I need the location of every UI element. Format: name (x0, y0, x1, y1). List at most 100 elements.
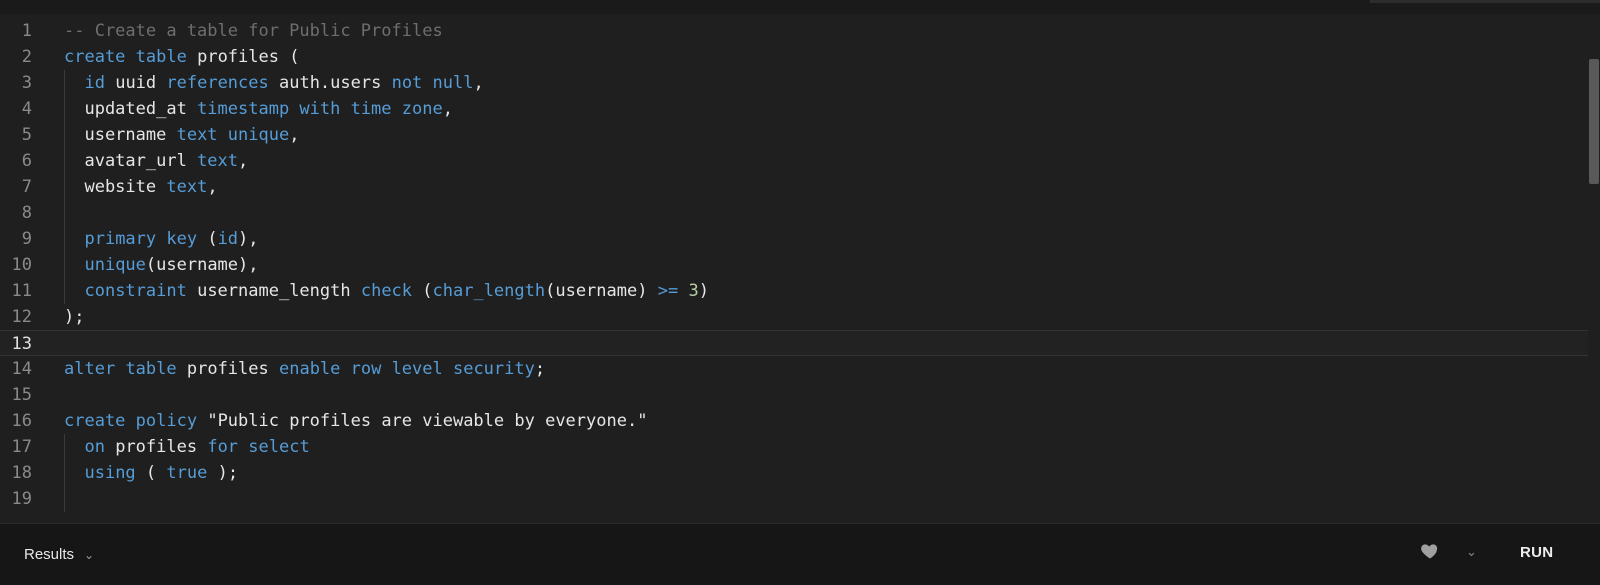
line-number: 2 (21, 47, 32, 67)
line-number: 18 (11, 463, 32, 483)
line-number: 16 (11, 411, 32, 431)
code-line[interactable]: 15 (0, 382, 1600, 408)
code-token: , (207, 177, 218, 197)
code-token: profiles ( (186, 47, 300, 67)
code-line[interactable]: 8 (0, 200, 1600, 226)
code-token: ; (534, 359, 546, 379)
code-token: create (64, 47, 126, 67)
line-number: 15 (11, 385, 32, 405)
code-token: for select (207, 437, 310, 457)
code-line[interactable]: 1 -- Create a table for Public Profiles (0, 18, 1600, 44)
code-token: >= (657, 281, 679, 301)
line-number: 10 (11, 255, 32, 275)
line-number: 4 (21, 99, 32, 119)
results-toggle[interactable]: Results ⌄ (24, 546, 94, 563)
code-token: id (84, 73, 105, 93)
code-token: (username), (145, 255, 259, 275)
code-token: check (360, 281, 413, 301)
line-number: 17 (11, 437, 32, 457)
code-line[interactable]: 3 id uuid references auth.users not null… (0, 70, 1600, 96)
code-line[interactable]: 14 alter table profiles enable row level … (0, 356, 1600, 382)
code-token: , (238, 151, 249, 171)
code-line[interactable]: 19 (0, 486, 1600, 512)
code-token: text unique (176, 125, 290, 145)
line-number: 14 (11, 359, 32, 379)
line-number: 8 (21, 203, 32, 223)
code-token: username_length (186, 281, 361, 301)
code-token: char_length (432, 281, 546, 301)
code-line[interactable]: 4 updated_at timestamp with time zone, (0, 96, 1600, 122)
code-token: website (64, 177, 167, 197)
scrollbar-thumb[interactable] (1589, 59, 1599, 184)
code-line[interactable]: 18 using ( true ); (0, 460, 1600, 486)
sql-editor[interactable]: 1 -- Create a table for Public Profiles 2 c… (0, 14, 1600, 523)
code-line[interactable]: 13 (0, 330, 1600, 356)
code-token: auth.users (268, 73, 392, 93)
code-token: text (197, 151, 239, 171)
chevron-down-icon: ⌄ (84, 548, 95, 562)
heart-icon[interactable] (1420, 541, 1440, 561)
code-text: on profiles for select (64, 434, 310, 460)
code-token: text (166, 177, 208, 197)
bottom-toolbar: Results ⌄ ⌄ RUN (0, 523, 1600, 585)
code-token: unique (84, 255, 146, 275)
line-number: 12 (11, 307, 32, 327)
code-token: alter (64, 359, 116, 379)
code-token: updated_at (64, 99, 198, 119)
code-token: -- Create a table for Public Profiles (64, 21, 443, 41)
tab-hint (1370, 0, 1600, 3)
line-number: 7 (21, 177, 32, 197)
code-token: ), (238, 229, 259, 249)
code-line[interactable]: 2 create table profiles ( (0, 44, 1600, 70)
code-token: profiles (104, 437, 208, 457)
code-token: constraint (84, 281, 187, 301)
line-number: 9 (21, 229, 32, 249)
code-token: , (442, 99, 453, 119)
code-token: ( (135, 463, 167, 483)
indent-guide (64, 434, 65, 512)
code-token: timestamp with time zone (197, 99, 443, 119)
run-button[interactable]: RUN (1520, 544, 1553, 561)
code-token: avatar_url (64, 151, 198, 171)
code-text: create policy "Public profiles are viewa… (64, 408, 647, 434)
code-line[interactable]: 11 constraint username_length check (cha… (0, 278, 1600, 304)
code-token: table (125, 359, 177, 379)
code-token: username (64, 125, 177, 145)
code-line[interactable]: 6 avatar_url text, (0, 148, 1600, 174)
code-text: website text, (64, 174, 218, 200)
code-token: (username) (545, 281, 658, 301)
code-token: policy (135, 411, 198, 431)
code-token: , (289, 125, 300, 145)
code-token: enable row level security (278, 359, 535, 379)
line-number: 19 (11, 489, 32, 509)
code-token: not null (391, 73, 474, 93)
code-text: username text unique, (64, 122, 299, 148)
code-text: updated_at timestamp with time zone, (64, 96, 453, 122)
indent-guide (64, 70, 65, 304)
code-text: constraint username_length check (char_l… (64, 278, 709, 304)
code-token: primary key (84, 229, 198, 249)
code-line[interactable]: 9 primary key (id), (0, 226, 1600, 252)
code-token: ) (698, 281, 709, 301)
code-token: profiles (176, 359, 279, 379)
code-line[interactable]: 12); (0, 304, 1600, 330)
code-line[interactable]: 17 on profiles for select (0, 434, 1600, 460)
code-token: ); (64, 307, 85, 327)
code-text: -- Create a table for Public Profiles (64, 18, 443, 44)
editor-scrollbar[interactable] (1588, 14, 1600, 523)
code-line[interactable]: 7 website text, (0, 174, 1600, 200)
code-line[interactable]: 10 unique(username), (0, 252, 1600, 278)
code-token: on (84, 437, 105, 457)
line-number: 3 (21, 73, 32, 93)
chevron-down-icon[interactable]: ⌄ (1466, 544, 1477, 560)
code-line[interactable]: 16 create policy "Public profiles are vie… (0, 408, 1600, 434)
code-line[interactable]: 5 username text unique, (0, 122, 1600, 148)
